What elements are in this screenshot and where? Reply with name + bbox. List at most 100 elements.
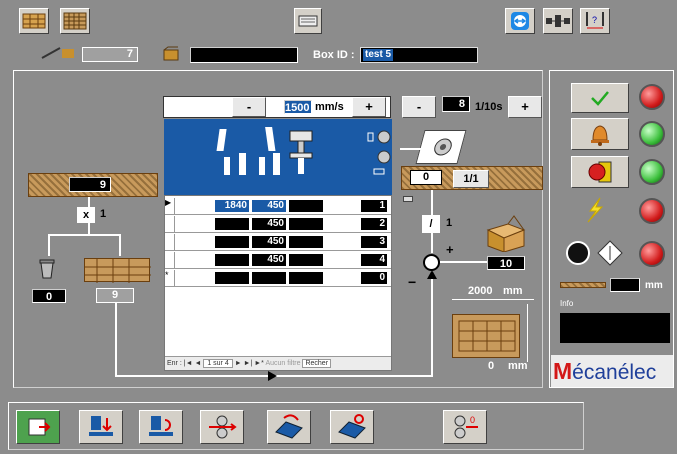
speed-unit: mm/s <box>315 101 344 113</box>
output-count-field[interactable]: 9 <box>96 288 134 303</box>
flow-arrow <box>268 371 277 381</box>
status-lamp-red <box>639 241 665 267</box>
row-selector[interactable] <box>165 216 175 233</box>
right-mm-field[interactable] <box>610 278 640 292</box>
zero-field[interactable]: 0 <box>410 170 442 185</box>
boards-stack-button[interactable] <box>19 8 49 34</box>
row-selector-new[interactable]: * <box>165 270 175 287</box>
dimension-line <box>527 304 528 362</box>
pallet-grid-button[interactable] <box>60 8 90 34</box>
keyboard-button[interactable] <box>294 8 322 34</box>
row-selector[interactable]: ▶ <box>165 198 175 215</box>
alarm-bell-button[interactable] <box>571 118 629 150</box>
status-lamp-green <box>639 121 665 147</box>
pallet-block <box>452 314 520 358</box>
stack-count-field[interactable]: 9 <box>69 177 111 192</box>
teamviewer-icon <box>511 12 529 30</box>
confirm-button[interactable] <box>571 83 629 113</box>
load-down-button[interactable] <box>79 410 123 444</box>
search-label[interactable]: Recher <box>302 359 332 368</box>
load-return-button[interactable] <box>139 410 183 444</box>
grid-cell[interactable] <box>215 254 249 266</box>
keyboard-icon <box>298 15 318 27</box>
table-row[interactable]: 450 3 <box>165 234 391 251</box>
load-return-icon <box>149 416 173 436</box>
flow-line <box>88 197 90 207</box>
status-lamp-green <box>639 159 665 185</box>
emergency-stop-icon <box>588 161 612 183</box>
table-row[interactable]: 450 4 <box>165 252 391 269</box>
table-row[interactable]: ▶ 1840 450 1 <box>165 198 391 215</box>
flow-line <box>48 234 121 236</box>
grid-cell[interactable]: 0 <box>361 272 387 284</box>
board-small <box>560 282 606 288</box>
time-value-field[interactable]: 8 <box>442 96 470 112</box>
network-button[interactable] <box>543 8 573 34</box>
record-position[interactable]: 1 sur 4 <box>203 359 233 368</box>
add-value-field[interactable]: 10 <box>487 256 525 270</box>
box-id-field[interactable]: test 5 <box>360 47 478 63</box>
grid-cell[interactable]: 450 <box>252 254 286 266</box>
grid-cell[interactable] <box>289 272 323 284</box>
grid-cell[interactable] <box>215 272 249 284</box>
rollers-button[interactable] <box>200 410 244 444</box>
exit-icon <box>28 418 51 436</box>
time-plus-button[interactable]: + <box>508 96 542 118</box>
machine-cycle-button[interactable] <box>267 410 311 444</box>
counter-reset-button[interactable]: 0 <box>443 410 487 444</box>
pallet-grid-icon <box>63 12 87 30</box>
board-bundle <box>84 258 151 283</box>
waste-count-field[interactable]: 0 <box>32 289 66 303</box>
counter-field: 7 <box>82 47 138 62</box>
box-name-field[interactable] <box>190 47 298 63</box>
flow-arrow-up <box>427 270 437 279</box>
flow-line <box>431 233 433 253</box>
right-mm-unit: mm <box>645 280 663 291</box>
grid-cell[interactable]: 450 <box>252 236 286 248</box>
measure-settings-button[interactable]: ? <box>580 8 610 34</box>
bundle-icon <box>85 259 151 283</box>
dimension-line <box>452 299 534 300</box>
lightning-icon <box>587 197 604 223</box>
row-selector[interactable] <box>165 252 175 269</box>
multiplier-sign: x <box>77 207 95 223</box>
grid-cell[interactable] <box>289 218 323 230</box>
grid-cell[interactable] <box>289 236 323 248</box>
machine-reset-icon <box>338 414 366 439</box>
grid-cell[interactable]: 1840 <box>215 200 249 212</box>
grid-cell[interactable] <box>289 254 323 266</box>
svg-text:0: 0 <box>470 415 475 425</box>
multiplier-value: 1 <box>100 208 107 220</box>
grid-cell[interactable]: 3 <box>361 236 387 248</box>
machine-reset-button[interactable] <box>330 410 374 444</box>
filter-label[interactable]: Aucun filtre <box>265 360 300 367</box>
mecanelec-logo: Mécanélec <box>551 355 673 387</box>
grid-cell[interactable]: 1 <box>361 200 387 212</box>
grid-cell[interactable] <box>289 200 323 212</box>
table-row[interactable]: * 0 <box>165 270 391 287</box>
data-grid: ▶ 1840 450 1 450 2 450 3 450 4 * 0 Enr :… <box>164 195 392 371</box>
grid-cell[interactable] <box>252 272 286 284</box>
grid-cell[interactable] <box>215 236 249 248</box>
grid-cell[interactable]: 2 <box>361 218 387 230</box>
time-minus-button[interactable]: - <box>402 96 436 118</box>
row-selector[interactable] <box>165 234 175 251</box>
grid-cell[interactable]: 4 <box>361 254 387 266</box>
speed-plus-button[interactable]: + <box>352 97 386 117</box>
speed-minus-button[interactable]: - <box>232 97 266 117</box>
table-row[interactable]: 450 2 <box>165 216 391 233</box>
depth-unit: mm <box>508 360 528 372</box>
status-lamp-red <box>639 84 665 110</box>
speed-value-field[interactable]: 1500 <box>284 100 312 114</box>
divide-value: 1 <box>446 217 453 229</box>
grid-cell[interactable]: 450 <box>252 200 286 212</box>
fraction-button[interactable]: 1/1 <box>453 170 489 188</box>
teamviewer-button[interactable] <box>505 8 535 34</box>
grid-cell[interactable] <box>215 218 249 230</box>
exit-button[interactable] <box>16 410 60 444</box>
nav-first-button[interactable]: |◄ ◄ <box>184 360 202 367</box>
grid-cell[interactable]: 450 <box>252 218 286 230</box>
nav-next-button[interactable]: ► ►| ►* <box>235 360 264 367</box>
load-down-icon <box>89 416 113 436</box>
emergency-stop-button[interactable] <box>571 156 629 188</box>
